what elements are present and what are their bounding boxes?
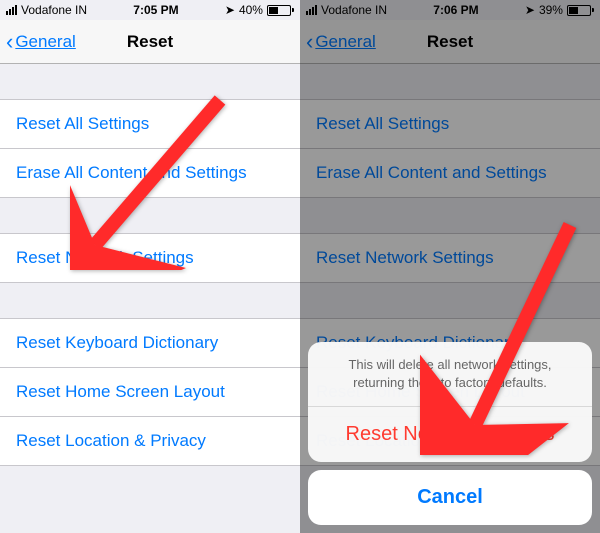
- screen-left: Vodafone IN 7:05 PM ➤ 40% ‹ General Rese…: [0, 0, 300, 533]
- battery-icon: [267, 5, 294, 16]
- reset-location-privacy[interactable]: Reset Location & Privacy: [0, 417, 300, 466]
- location-icon: ➤: [225, 3, 235, 17]
- reset-keyboard-dictionary[interactable]: Reset Keyboard Dictionary: [0, 318, 300, 368]
- clock: 7:05 PM: [133, 3, 178, 17]
- sheet-cancel-button[interactable]: Cancel: [308, 470, 592, 525]
- action-sheet: This will delete all network settings, r…: [308, 342, 592, 525]
- reset-all-settings[interactable]: Reset All Settings: [0, 99, 300, 149]
- status-bar: Vodafone IN 7:05 PM ➤ 40%: [0, 0, 300, 20]
- reset-home-screen-layout[interactable]: Reset Home Screen Layout: [0, 368, 300, 417]
- battery-text: 40%: [239, 3, 263, 17]
- nav-bar: ‹ General Reset: [0, 20, 300, 64]
- sheet-confirm-button[interactable]: Reset Network Settings: [308, 407, 592, 462]
- screen-right: Vodafone IN 7:06 PM ➤ 39% ‹ General Rese…: [300, 0, 600, 533]
- carrier-label: Vodafone IN: [21, 3, 87, 17]
- sheet-message: This will delete all network settings, r…: [308, 342, 592, 407]
- nav-title: Reset: [0, 32, 300, 52]
- erase-all-content[interactable]: Erase All Content and Settings: [0, 149, 300, 198]
- signal-icon: [6, 5, 17, 15]
- reset-network-settings[interactable]: Reset Network Settings: [0, 233, 300, 283]
